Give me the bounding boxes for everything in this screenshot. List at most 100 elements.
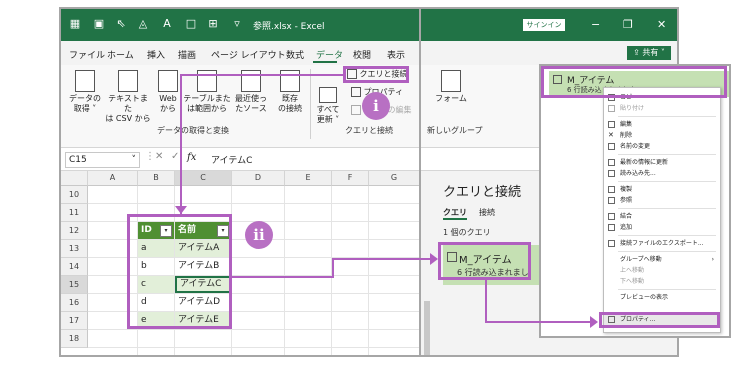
chevron-right-icon: ›: [711, 256, 714, 263]
connector-line: [180, 74, 182, 214]
column-header-f[interactable]: F: [332, 171, 369, 186]
menu-item-label: プレビューの表示: [620, 294, 669, 301]
existing-connections-label-1: 既存: [282, 94, 298, 103]
row-header-14[interactable]: 14: [61, 258, 88, 276]
menu-item-merge[interactable]: 結合: [604, 211, 720, 222]
borders-icon[interactable]: □: [185, 18, 197, 30]
menu-separator: [618, 208, 716, 209]
merge-icon[interactable]: ⊞: [207, 18, 219, 30]
save-icon[interactable]: ▣: [93, 18, 105, 30]
badge-i: i: [362, 92, 390, 120]
menu-review[interactable]: 校閲: [353, 48, 371, 61]
share-label: 共有: [642, 48, 659, 57]
recent-sources-label-1: 最近使っ: [235, 94, 267, 103]
badge-ii: ii: [245, 221, 273, 249]
highlight-query-item: [438, 242, 531, 280]
row-header-16[interactable]: 16: [61, 294, 88, 312]
window-title: 参照.xlsx - Excel: [253, 22, 325, 32]
chevron-down-icon: ˅: [660, 48, 665, 57]
menu-item-rename[interactable]: 名前の変更: [604, 141, 720, 152]
enter-icon[interactable]: ✓: [171, 151, 179, 162]
get-data-button[interactable]: データの 取得 ˅: [67, 70, 103, 114]
menu-item-label: 追加: [620, 224, 633, 231]
menu-item-reference[interactable]: 参照: [604, 195, 720, 206]
column-header-b[interactable]: B: [138, 171, 175, 186]
refresh-icon: [608, 159, 615, 166]
context-menu-window: M_アイテム 6 行読み込まれました。 コピー 貼り付け 編集 ✕削除 名前の変…: [539, 64, 731, 338]
from-text-label-1: テキストまた: [108, 94, 148, 113]
highlight-table: [127, 214, 232, 329]
column-header-c[interactable]: C: [175, 171, 232, 186]
highlight-queries-button: [343, 66, 409, 83]
row-header-13[interactable]: 13: [61, 240, 88, 258]
menu-item-move-up[interactable]: 上へ移動: [604, 265, 720, 276]
formula-value[interactable]: アイテムC: [211, 153, 252, 166]
menu-home[interactable]: ホーム: [107, 48, 134, 61]
menu-item-show-peek[interactable]: プレビューの表示: [604, 292, 720, 303]
from-web-button[interactable]: Web から: [155, 70, 181, 114]
column-header-g[interactable]: G: [369, 171, 419, 186]
from-table-label-2: は範囲から: [187, 104, 227, 113]
menu-item-export-connection[interactable]: 接続ファイルのエクスポート...: [604, 238, 720, 249]
menu-item-load-to[interactable]: 読み込み先...: [604, 168, 720, 179]
export-file-icon: [608, 240, 615, 247]
more-icon[interactable]: ▿: [231, 18, 243, 30]
menu-item-edit[interactable]: 編集: [604, 119, 720, 130]
menu-item-paste[interactable]: 貼り付け: [604, 103, 720, 114]
minimize-icon[interactable]: −: [591, 18, 600, 31]
from-table-range-button[interactable]: テーブルまた は範囲から: [183, 70, 231, 114]
menu-item-duplicate[interactable]: 複製: [604, 184, 720, 195]
row-header-17[interactable]: 17: [61, 312, 88, 330]
row-header-11[interactable]: 11: [61, 204, 88, 222]
menu-item-label: 貼り付け: [620, 105, 645, 112]
menu-item-move-to-group[interactable]: グループへ移動 ›: [604, 254, 720, 265]
menu-data[interactable]: データ: [316, 48, 343, 61]
connector-line: [232, 276, 332, 278]
font-color-icon[interactable]: A: [161, 18, 173, 30]
existing-connections-button[interactable]: 既存 の接続: [273, 70, 307, 114]
row-header-12[interactable]: 12: [61, 222, 88, 240]
title-bar: ▦ ▣ ⇖ ◬ A □ ⊞ ▿ 参照.xlsx - Excel: [61, 9, 419, 41]
name-box[interactable]: C15 ˅: [65, 152, 140, 168]
menu-view[interactable]: 表示: [387, 48, 405, 61]
form-button[interactable]: フォーム: [433, 70, 469, 104]
worksheet-grid[interactable]: A B C D E F G 10 11 12 13 14 15 16 17 18…: [61, 171, 419, 355]
menu-insert[interactable]: 挿入: [147, 48, 165, 61]
close-icon[interactable]: ✕: [657, 18, 666, 31]
vertical-scrollbar[interactable]: [424, 301, 430, 355]
tab-connections[interactable]: 接続: [479, 207, 495, 218]
highlight-properties-item: [599, 312, 720, 328]
from-text-csv-button[interactable]: テキストまた は CSV から: [105, 70, 151, 124]
insert-function-icon[interactable]: fx: [187, 152, 196, 163]
restore-icon[interactable]: ❐: [623, 18, 633, 31]
cancel-icon[interactable]: ✕: [155, 151, 163, 162]
row-header-15[interactable]: 15: [61, 276, 88, 294]
menu-item-label: 読み込み先...: [620, 170, 656, 177]
row-header-10[interactable]: 10: [61, 186, 88, 204]
context-menu: コピー 貼り付け 編集 ✕ 削除 名前の変更 最新の情報に更新 読み込み先... …: [603, 87, 721, 333]
column-header-d[interactable]: D: [232, 171, 285, 186]
menu-item-label: 名前の変更: [620, 143, 651, 150]
cursor-icon[interactable]: ⇖: [115, 18, 127, 30]
recent-sources-button[interactable]: 最近使っ たソース: [233, 70, 269, 114]
menu-item-refresh[interactable]: 最新の情報に更新: [604, 157, 720, 168]
menu-file[interactable]: ファイル: [69, 48, 105, 61]
row-header-18[interactable]: 18: [61, 330, 88, 348]
tab-queries[interactable]: クエリ: [443, 207, 467, 218]
name-box-value: C15: [69, 155, 87, 165]
menu-formulas[interactable]: 数式: [286, 48, 304, 61]
fill-color-icon[interactable]: ◬: [137, 18, 149, 30]
more-options-icon[interactable]: ⋮: [145, 151, 155, 162]
select-all-corner[interactable]: [61, 171, 88, 186]
refresh-all-button[interactable]: すべて 更新 ˅: [313, 87, 343, 125]
menu-item-move-down[interactable]: 下へ移動: [604, 276, 720, 287]
column-header-a[interactable]: A: [88, 171, 138, 186]
menu-draw[interactable]: 描画: [178, 48, 196, 61]
share-button[interactable]: ⇪ 共有 ˅: [627, 46, 671, 60]
menu-page-layout[interactable]: ページ レイアウト: [211, 48, 286, 61]
signin-button[interactable]: サインイン: [523, 19, 565, 31]
menu-item-delete[interactable]: ✕ 削除: [604, 130, 720, 141]
column-header-e[interactable]: E: [285, 171, 332, 186]
chevron-down-icon[interactable]: ˅: [132, 153, 137, 167]
menu-item-append[interactable]: 追加: [604, 222, 720, 233]
